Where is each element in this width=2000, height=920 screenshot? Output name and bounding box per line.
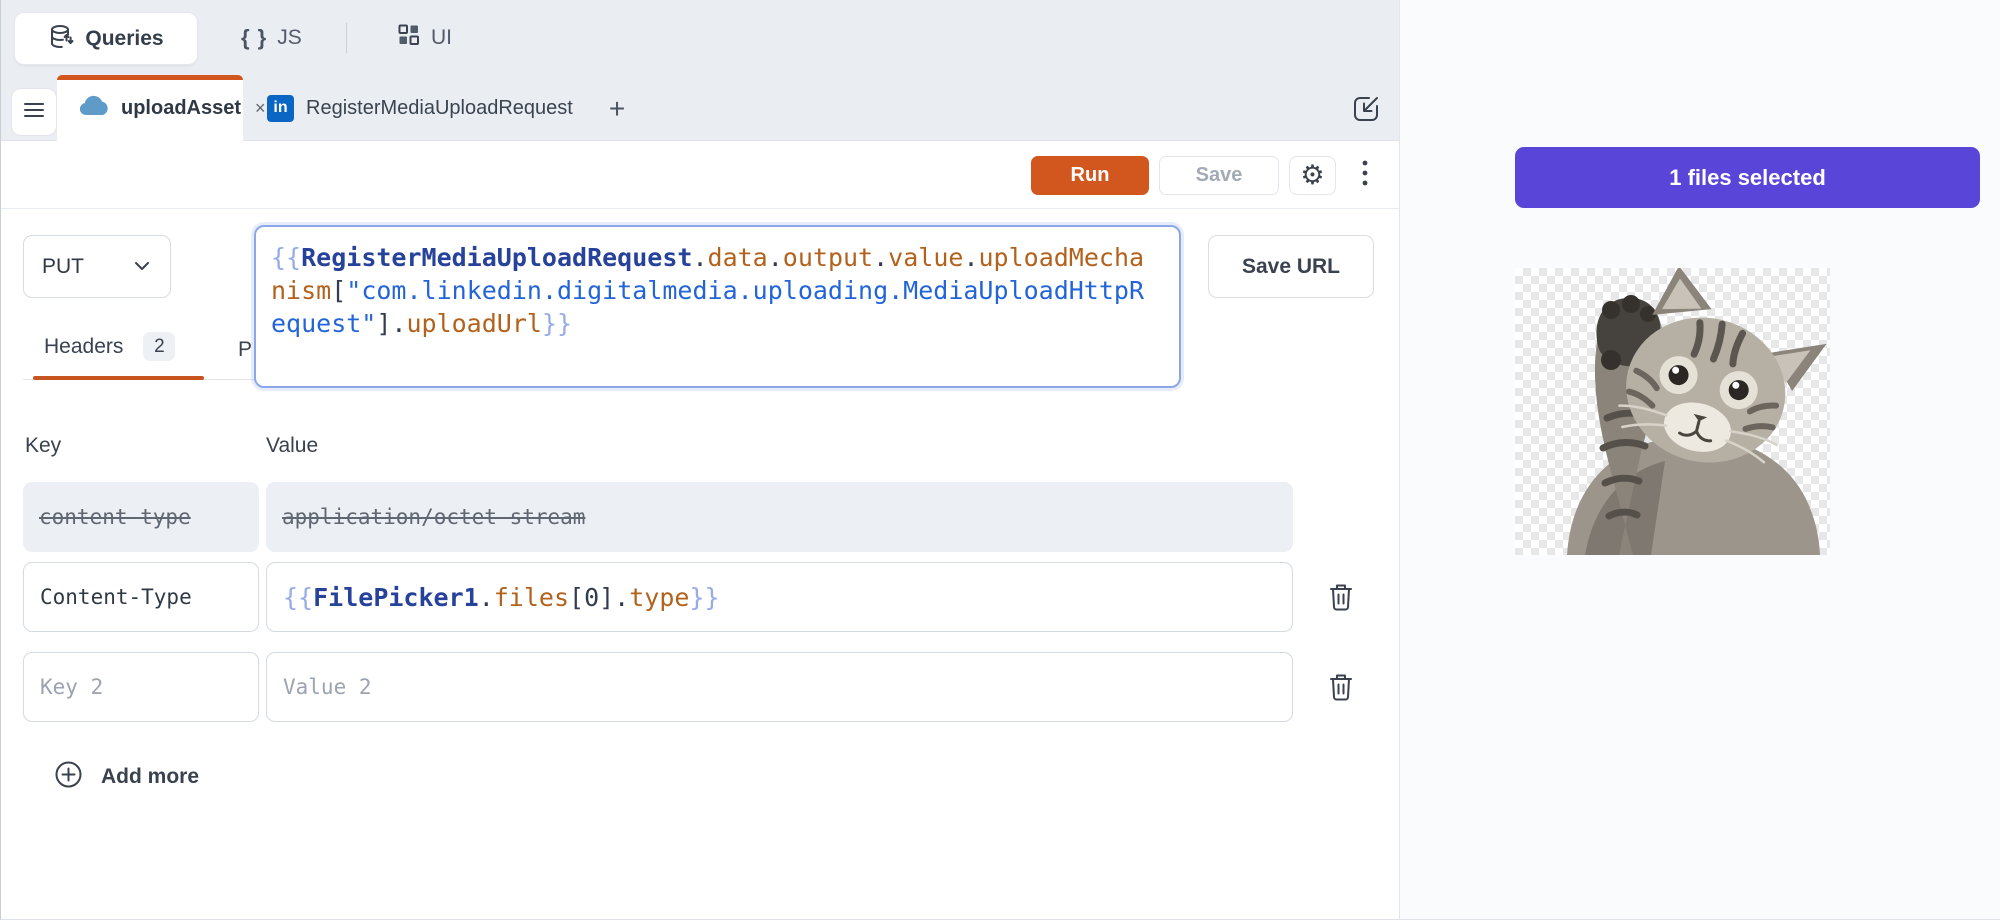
active-tab-underline (33, 376, 204, 380)
new-value-input[interactable] (266, 652, 1293, 722)
mode-tab-queries-label: Queries (85, 27, 163, 51)
header-value-disabled: application/octet-stream (266, 482, 1293, 552)
url-expression-code: {{RegisterMediaUploadRequest.data.output… (271, 241, 1164, 340)
kebab-icon (1361, 158, 1369, 195)
header-value-code: {{FilePicker1.files[0].type}} (283, 581, 720, 614)
mode-tab-queries[interactable]: Queries (14, 12, 198, 65)
query-tab-bar: uploadAsset × in RegisterMediaUploadRequ… (1, 75, 1399, 141)
save-button[interactable]: Save (1159, 156, 1279, 195)
http-method-select[interactable]: PUT (23, 235, 171, 298)
http-method-value: PUT (42, 255, 84, 279)
header-key-disabled: content-type (23, 482, 259, 552)
new-query-tab-button[interactable]: + (599, 91, 635, 127)
tab-parameters-partial[interactable]: P (238, 338, 252, 362)
tab-headers-label: Headers (44, 335, 123, 359)
query-tab-uploadasset[interactable]: uploadAsset × (57, 75, 243, 141)
add-more-button[interactable]: Add more (54, 760, 199, 794)
trash-icon (1331, 586, 1351, 610)
cloud-icon (79, 95, 109, 121)
file-picker-button[interactable]: 1 files selected (1515, 147, 1980, 208)
header-value-expression[interactable]: {{FilePicker1.files[0].type}} (266, 562, 1293, 632)
more-options-button[interactable] (1353, 159, 1377, 193)
hamburger-icon (23, 101, 45, 124)
header-key-input[interactable] (23, 562, 259, 632)
delete-header-row-button[interactable] (1327, 582, 1355, 612)
trash-icon (1331, 676, 1351, 700)
save-url-button[interactable]: Save URL (1208, 235, 1374, 298)
gear-icon: ⚙ (1300, 162, 1324, 189)
query-list-menu-button[interactable] (11, 88, 57, 136)
mode-tab-ui[interactable]: UI (396, 0, 452, 75)
app-window: Queries { } JS UI (0, 0, 2000, 920)
popout-icon[interactable] (1349, 92, 1383, 126)
query-tab-registermediauploadrequest-label: RegisterMediaUploadRequest (306, 97, 573, 120)
mode-tab-ui-label: UI (431, 26, 452, 50)
url-expression-editor[interactable]: {{RegisterMediaUploadRequest.data.output… (254, 225, 1181, 388)
mode-bar: Queries { } JS UI (1, 0, 1399, 75)
uploaded-cat-image (1515, 268, 1830, 555)
tab-headers[interactable]: Headers 2 (44, 332, 175, 361)
app-preview-panel: 1 files selected (1399, 0, 2000, 920)
mode-tab-js[interactable]: { } JS (241, 0, 302, 75)
delete-empty-row-button[interactable] (1327, 672, 1355, 702)
ui-grid-icon (396, 22, 421, 53)
mode-bar-divider (346, 23, 347, 53)
braces-icon: { } (241, 25, 267, 51)
query-tab-registermediauploadrequest[interactable]: in RegisterMediaUploadRequest (243, 75, 597, 141)
action-bar: Run Save ⚙ (1, 141, 1399, 209)
headers-count-badge: 2 (143, 332, 175, 361)
linkedin-icon: in (267, 95, 294, 122)
add-more-label: Add more (101, 765, 199, 789)
cat-illustration (1515, 268, 1830, 555)
value-column-header: Value (266, 434, 318, 458)
new-key-input[interactable] (23, 652, 259, 722)
circle-plus-icon (54, 760, 83, 794)
chevron-down-icon (132, 255, 152, 279)
run-button[interactable]: Run (1031, 156, 1149, 195)
query-tab-uploadasset-label: uploadAsset (121, 97, 241, 120)
mode-tab-js-label: JS (277, 26, 302, 50)
settings-button[interactable]: ⚙ (1289, 156, 1336, 195)
database-icon (48, 23, 75, 55)
key-column-header: Key (25, 434, 61, 458)
